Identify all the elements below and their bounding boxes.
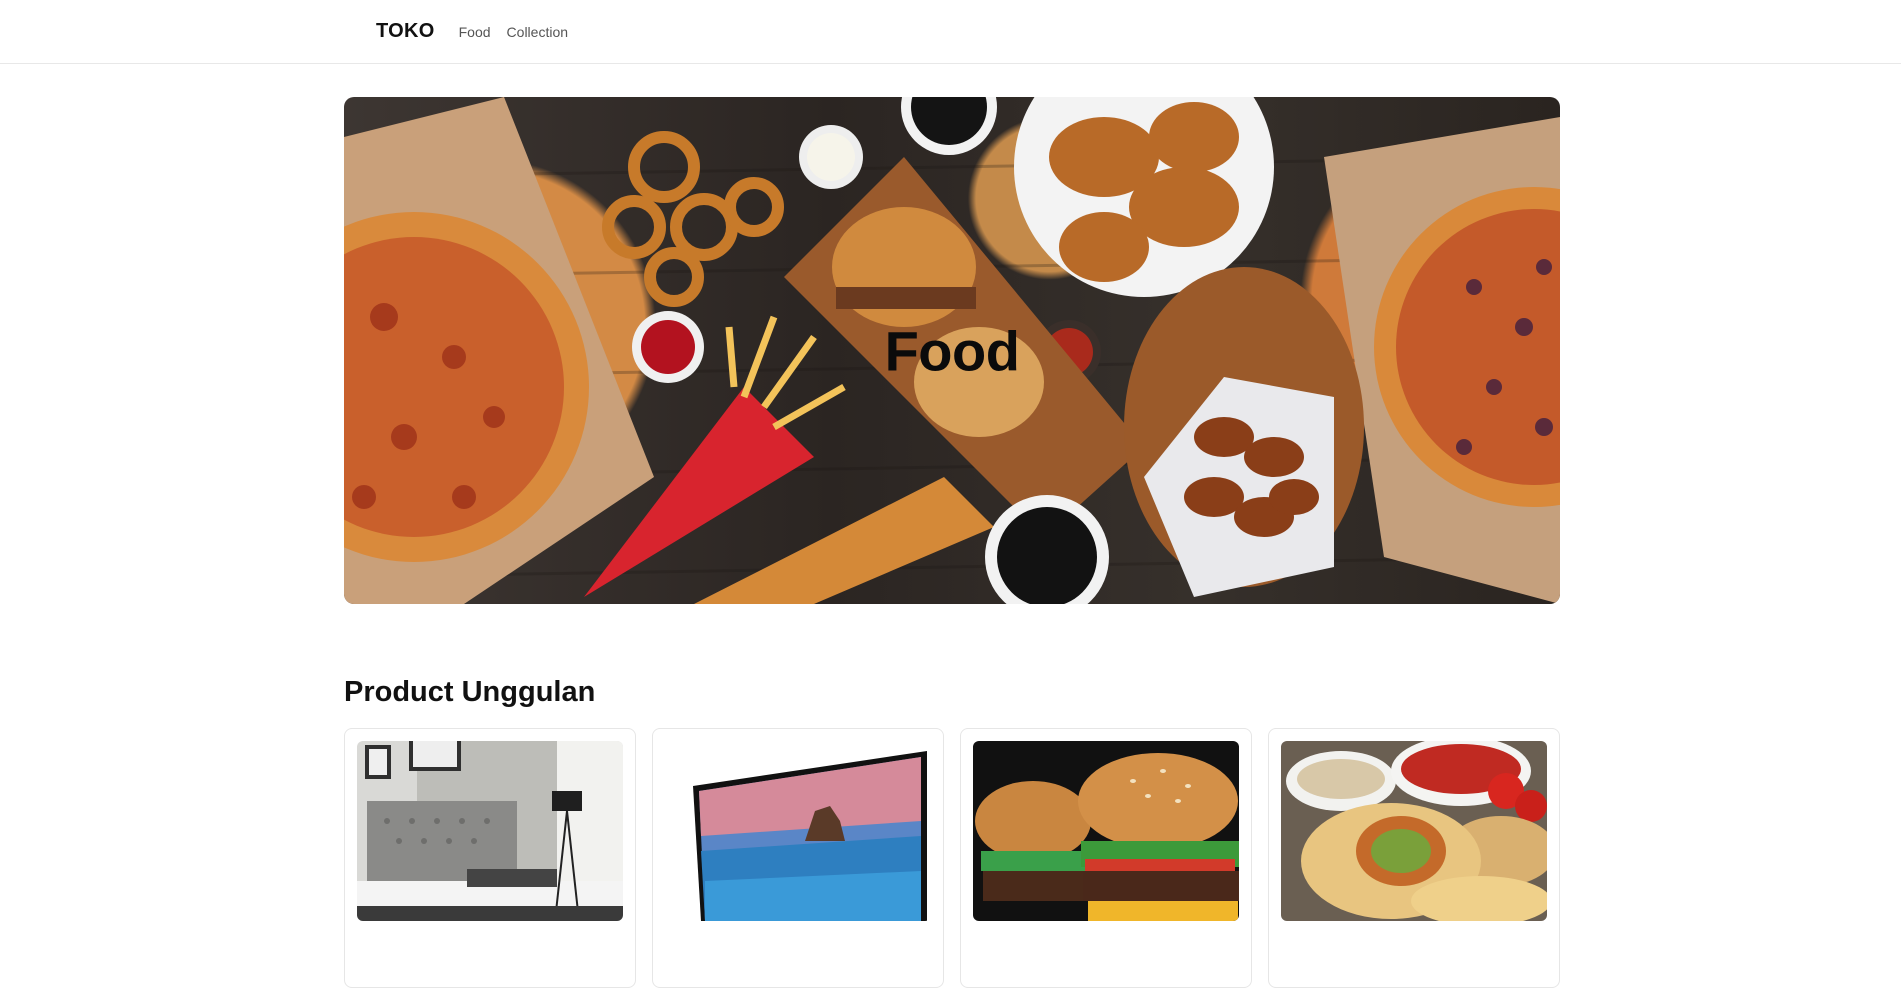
brand-logo[interactable]: TOKO bbox=[376, 20, 435, 43]
product-card-burger[interactable] bbox=[960, 728, 1252, 988]
product-card-tv[interactable] bbox=[652, 728, 944, 988]
product-card-wrap[interactable] bbox=[1268, 728, 1560, 988]
product-image-burger bbox=[973, 741, 1239, 921]
nav-link-food[interactable]: Food bbox=[459, 24, 491, 40]
nav-link-collection[interactable]: Collection bbox=[507, 24, 568, 40]
section-title-featured: Product Unggulan bbox=[344, 676, 596, 708]
product-image-bedroom bbox=[357, 741, 623, 921]
product-image-wrap bbox=[1281, 741, 1547, 921]
top-navbar: TOKO Food Collection bbox=[0, 0, 1901, 64]
nav-links: Food Collection bbox=[459, 24, 568, 40]
hero-banner: Food bbox=[344, 97, 1560, 604]
product-grid bbox=[344, 728, 1560, 988]
product-image-tv bbox=[665, 741, 931, 921]
product-card-bedroom[interactable] bbox=[344, 728, 636, 988]
hero-title: Food bbox=[884, 319, 1020, 382]
